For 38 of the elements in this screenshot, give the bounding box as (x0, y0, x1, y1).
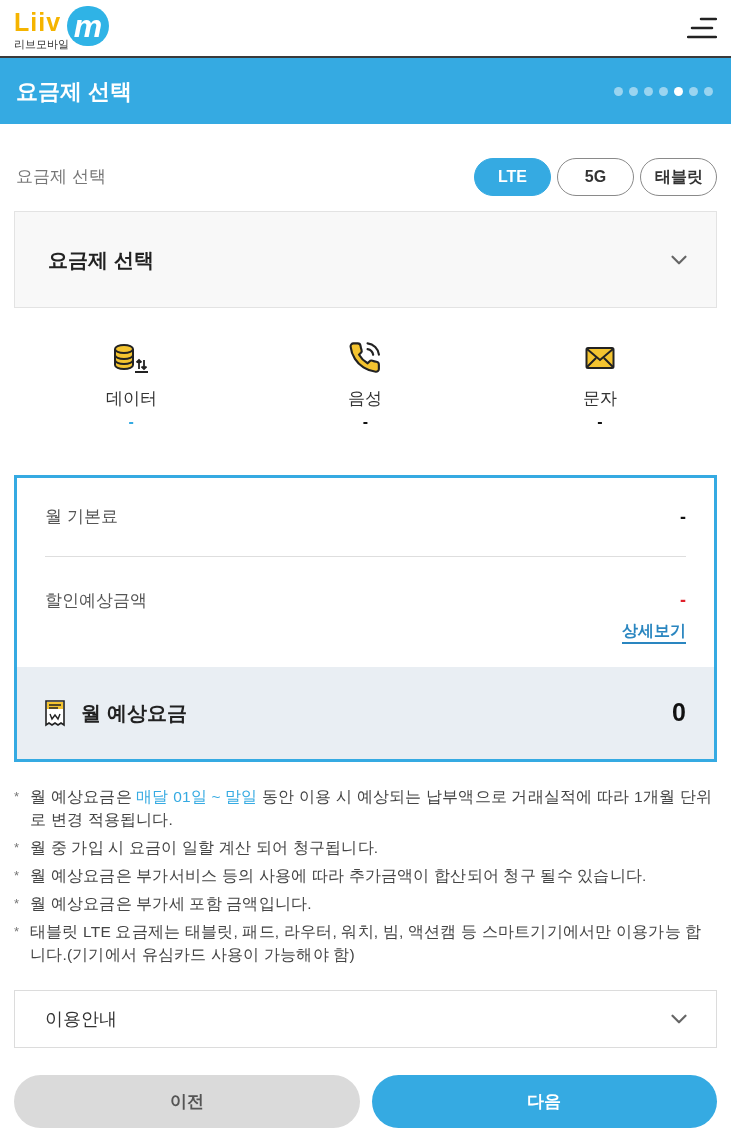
feature-value: - (597, 412, 603, 432)
logo-bubble: m (67, 5, 109, 46)
logo-caption: 리브모바일 (14, 36, 69, 51)
feature-value: - (362, 412, 369, 432)
feature-label: 문자 (582, 388, 617, 410)
network-tab[interactable]: 5G (557, 158, 634, 196)
fee-label: 할인예상금액 (45, 589, 147, 612)
note-text: 월 중 가입 시 요금이 일할 계산 되어 청구됩니다. (30, 838, 379, 858)
receipt-icon (45, 699, 65, 727)
menu-icon[interactable] (687, 16, 717, 40)
details-link[interactable]: 상세보기 (622, 620, 686, 644)
usage-guide-accordion[interactable]: 이용안내 (14, 990, 717, 1048)
network-tab[interactable]: 태블릿 (640, 158, 717, 196)
phone-call-icon (349, 342, 382, 374)
feature-label: 데이터 (105, 388, 157, 410)
feature-value: - (128, 412, 134, 432)
plan-dropdown[interactable]: 요금제 선택 (14, 211, 717, 308)
note-marker: * (14, 867, 21, 885)
note-text: 월 예상요금은 매달 01일 ~ 말일 동안 이용 시 예상되는 납부액으로 거래실적에 따라 1개월 단위로 변경 적용됩니다. (30, 787, 714, 830)
page-title: 요금제 선택 (16, 77, 133, 106)
note-text: 월 예상요금은 부가세 포함 금액입니다. (30, 894, 312, 914)
total-fee-label: 월 예상요금 (81, 701, 187, 726)
note-marker: * (14, 839, 21, 857)
logo-wordmark: Liiv (14, 9, 63, 35)
note-marker: * (14, 895, 21, 913)
note-marker: * (14, 788, 21, 806)
note-text: 태블릿 LTE 요금제는 태블릿, 패드, 라우터, 워치, 빔, 액션캠 등 스마트기기에서만 이용가능 합니다.(기기에서 유심카드 사용이 가능해야 함) (30, 922, 703, 965)
section-label: 요금제 선택 (15, 166, 106, 189)
fee-label: 월 기본료 (45, 506, 118, 529)
note-marker: * (14, 923, 21, 941)
database-arrows-icon (113, 343, 150, 373)
previous-button[interactable]: 이전 (14, 1075, 360, 1128)
fee-value: - (680, 589, 686, 612)
fee-value: - (680, 505, 686, 529)
feature-label: 음성 (348, 388, 383, 410)
note-text: 월 예상요금은 부가서비스 등의 사용에 따라 추가금액이 합산되어 청구 될수 있습니다. (30, 866, 647, 886)
envelope-icon (584, 346, 615, 370)
total-fee-value: 0 (672, 697, 686, 729)
